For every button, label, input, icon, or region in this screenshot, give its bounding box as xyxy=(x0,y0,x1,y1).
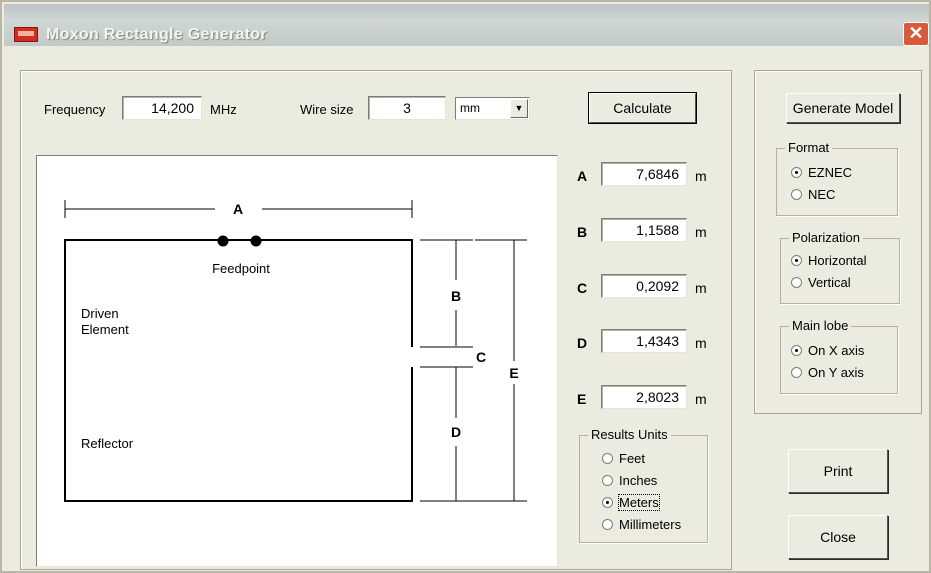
close-button[interactable]: Close xyxy=(788,515,888,559)
units-option-inches-label: Inches xyxy=(619,473,658,488)
result-a-unit: m xyxy=(695,168,707,184)
radio-vertical[interactable] xyxy=(791,277,802,288)
format-option-eznec[interactable]: EZNEC xyxy=(791,165,852,180)
main-lobe-option-y[interactable]: On Y axis xyxy=(791,365,864,380)
units-option-millimeters-label: Millimeters xyxy=(619,517,682,532)
title-bar[interactable]: Moxon Rectangle Generator ✕ xyxy=(4,4,929,46)
moxon-diagram-canvas: A Feedpoint Driven Element Reflector B C xyxy=(36,155,558,567)
print-button[interactable]: Print xyxy=(788,449,888,493)
radio-nec[interactable] xyxy=(791,189,802,200)
result-c-value[interactable]: 0,2092 xyxy=(601,274,687,298)
result-c-unit: m xyxy=(695,280,707,296)
polarization-group: Polarization Horizontal Vertical xyxy=(780,230,900,304)
polarization-option-horizontal[interactable]: Horizontal xyxy=(791,253,867,268)
format-option-nec[interactable]: NEC xyxy=(791,187,835,202)
polarization-option-vertical[interactable]: Vertical xyxy=(791,275,851,290)
result-d-label: D xyxy=(577,335,588,351)
feedpoint-left xyxy=(217,235,229,247)
generate-hotkey: G xyxy=(792,100,804,116)
result-a-value[interactable]: 7,6846 xyxy=(601,162,687,186)
result-e-value[interactable]: 2,8023 xyxy=(601,385,687,409)
calculate-label: alculate xyxy=(623,100,672,116)
radio-eznec[interactable] xyxy=(791,167,802,178)
radio-horizontal[interactable] xyxy=(791,255,802,266)
result-d-value[interactable]: 1,4343 xyxy=(601,329,687,353)
main-lobe-option-x[interactable]: On X axis xyxy=(791,343,864,358)
result-b-label: B xyxy=(577,224,588,240)
wire-size-input[interactable]: 3 xyxy=(368,96,446,120)
calculate-hotkey: C xyxy=(613,100,624,116)
units-option-meters-label: Meters xyxy=(618,494,660,511)
format-option-nec-label: NEC xyxy=(808,187,836,202)
result-e-label: E xyxy=(577,391,587,407)
results-units-group: Results Units Feet Inches Meters Millime… xyxy=(579,427,708,543)
polarization-option-vertical-label: Vertical xyxy=(808,275,851,290)
result-e-unit: m xyxy=(695,391,707,407)
frequency-unit: MHz xyxy=(210,102,237,117)
results-units-title: Results Units xyxy=(588,427,671,442)
dialog-window: Moxon Rectangle Generator ✕ Frequency 14… xyxy=(0,0,931,573)
window-title: Moxon Rectangle Generator xyxy=(46,26,267,43)
radio-feet[interactable] xyxy=(602,453,613,464)
dim-a-label: A xyxy=(233,201,243,217)
feedpoint-label: Feedpoint xyxy=(212,261,270,276)
units-option-meters[interactable]: Meters xyxy=(602,494,660,511)
units-option-millimeters[interactable]: Millimeters xyxy=(602,517,681,532)
dim-b-label: B xyxy=(451,288,461,304)
polarization-title: Polarization xyxy=(789,230,863,245)
wire-unit-value: mm xyxy=(460,101,480,115)
radio-millimeters[interactable] xyxy=(602,519,613,530)
frequency-input[interactable]: 14,200 xyxy=(122,96,202,120)
radio-inches[interactable] xyxy=(602,475,613,486)
driven-label-2: Element xyxy=(81,322,129,337)
result-b-value[interactable]: 1,1588 xyxy=(601,218,687,242)
dropdown-arrow-icon[interactable]: ▼ xyxy=(510,99,528,118)
result-c-label: C xyxy=(577,280,588,296)
dim-d-label: D xyxy=(451,424,461,440)
units-option-feet-label: Feet xyxy=(619,451,646,466)
format-title: Format xyxy=(785,140,833,155)
reflector-label: Reflector xyxy=(81,436,134,451)
main-lobe-option-y-label: On Y axis xyxy=(808,365,864,380)
radio-x-axis[interactable] xyxy=(791,345,802,356)
moxon-diagram: A Feedpoint Driven Element Reflector B C xyxy=(64,200,527,502)
main-lobe-option-x-label: On X axis xyxy=(808,343,865,358)
print-hotkey: P xyxy=(823,463,833,479)
print-label: rint xyxy=(832,463,853,479)
driven-label-1: Driven xyxy=(81,306,119,321)
wire-size-label: Wire size xyxy=(300,102,354,117)
dim-c-label: C xyxy=(476,349,486,365)
units-option-feet[interactable]: Feet xyxy=(602,451,645,466)
dim-e-label: E xyxy=(509,365,518,381)
format-option-eznec-label: EZNEC xyxy=(808,165,853,180)
close-icon[interactable]: ✕ xyxy=(903,22,929,46)
units-option-inches[interactable]: Inches xyxy=(602,473,657,488)
main-lobe-group: Main lobe On X axis On Y axis xyxy=(780,318,898,394)
wire-unit-select[interactable]: mm ▼ xyxy=(455,97,530,120)
main-lobe-title: Main lobe xyxy=(789,318,852,333)
polarization-option-horizontal-label: Horizontal xyxy=(808,253,867,268)
feedpoint-right xyxy=(250,235,262,247)
app-icon xyxy=(14,27,38,42)
radio-meters[interactable] xyxy=(602,497,613,508)
result-a-label: A xyxy=(577,168,588,184)
generate-label: enerate Model xyxy=(803,100,894,116)
reflector-element xyxy=(64,367,413,502)
result-d-unit: m xyxy=(695,335,707,351)
format-group: Format EZNEC NEC xyxy=(776,140,898,216)
result-b-unit: m xyxy=(695,224,707,240)
radio-y-axis[interactable] xyxy=(791,367,802,378)
generate-model-button[interactable]: Generate Model xyxy=(786,93,900,123)
calculate-button[interactable]: Calculate xyxy=(588,92,697,124)
frequency-label: Frequency xyxy=(44,102,106,117)
